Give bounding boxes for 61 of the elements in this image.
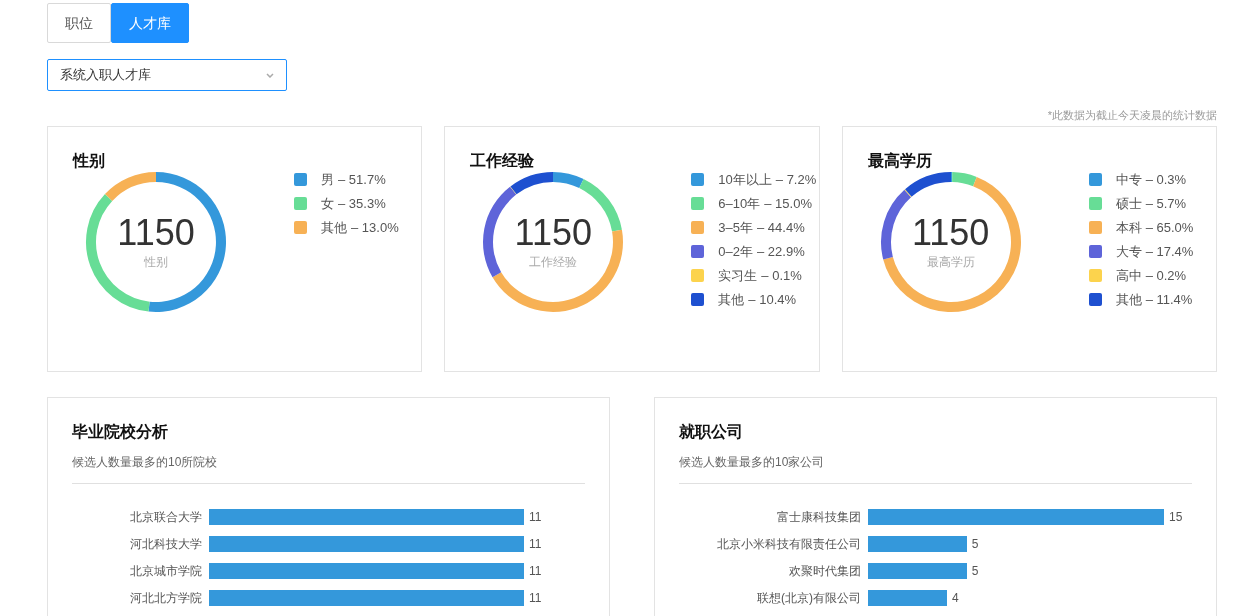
legend-share: – 0.3% [1145,170,1187,189]
bar-value: 11 [529,535,542,553]
legend-label: 6–10年 [718,194,761,213]
legend-label: 其他 [1115,290,1142,309]
legend-share: – 5.7% [1145,194,1187,213]
legend-label: 男 [321,170,334,189]
legend-share: – 65.0% [1145,218,1194,237]
bar-label: 北京城市学院 [130,562,202,580]
legend-label: 其他 [718,290,745,309]
legend-label: 中专 [1115,170,1142,189]
legend-label: 3–5年 [718,218,754,237]
bar-label: 联想(北京)有限公司 [757,589,861,607]
bar-value: 11 [529,589,542,607]
select-value: 系统入职人才库 [60,66,151,85]
card-title: 就职公司 [679,421,743,442]
legend-label: 其他 [321,218,347,237]
center-label: 最高学历 [926,253,975,271]
legend-label: 高中 [1115,266,1142,285]
total-count: 1150 [117,212,195,253]
legend-label: 0–2年 [718,242,754,261]
legend-share: – 0.1% [761,266,802,285]
legend-share: – 7.2% [775,170,817,189]
legend-label: 实习生 [718,266,758,285]
center-label: 性别 [144,253,168,271]
bar-label: 河北科技大学 [130,535,202,553]
bar-value: 4 [951,589,959,607]
center-label: 工作经验 [529,253,578,271]
legend-label: 10年以上 [718,170,772,189]
card-subtitle: 候选人数量最多的10所院校 [72,453,218,471]
legend-share: – 15.0% [764,194,812,213]
legend-label: 本科 [1115,218,1142,237]
card-title: 工作经验 [470,150,535,171]
bar-value: 11 [529,562,542,580]
bar-value: 11 [529,508,542,526]
total-count: 1150 [514,212,593,253]
legend-share: – 10.4% [748,290,797,309]
legend-label: 大专 [1115,242,1142,261]
card-title: 最高学历 [867,150,932,171]
legend-share: – 0.2% [1145,266,1187,285]
card-title: 毕业院校分析 [72,421,168,442]
card-title: 性别 [73,150,105,171]
bar-value: 5 [971,562,979,580]
total-count: 1150 [911,212,990,253]
legend-share: – 13.0% [351,218,399,237]
legend-share: – 35.3% [338,194,386,213]
legend-label: 硕士 [1115,194,1142,213]
legend-share: – 22.9% [757,242,805,261]
bar-value: 15 [1169,508,1183,526]
bar-label: 欢聚时代集团 [789,562,861,580]
bar-label: 北京小米科技有限责任公司 [717,535,861,553]
card-subtitle: 候选人数量最多的10家公司 [679,453,825,471]
bar-label: 北京联合大学 [130,508,202,526]
bar-label: 河北北方学院 [130,589,202,607]
legend-share: – 11.4% [1145,290,1193,309]
bar-value: 5 [971,535,979,553]
legend-share: – 17.4% [1145,242,1194,261]
legend-share: – 44.4% [757,218,805,237]
legend-label: 女 [321,194,334,213]
legend-share: – 51.7% [338,170,386,189]
data-note: *此数据为截止今天凌晨的统计数据 [1047,108,1217,123]
bar-label: 富士康科技集团 [777,508,861,526]
